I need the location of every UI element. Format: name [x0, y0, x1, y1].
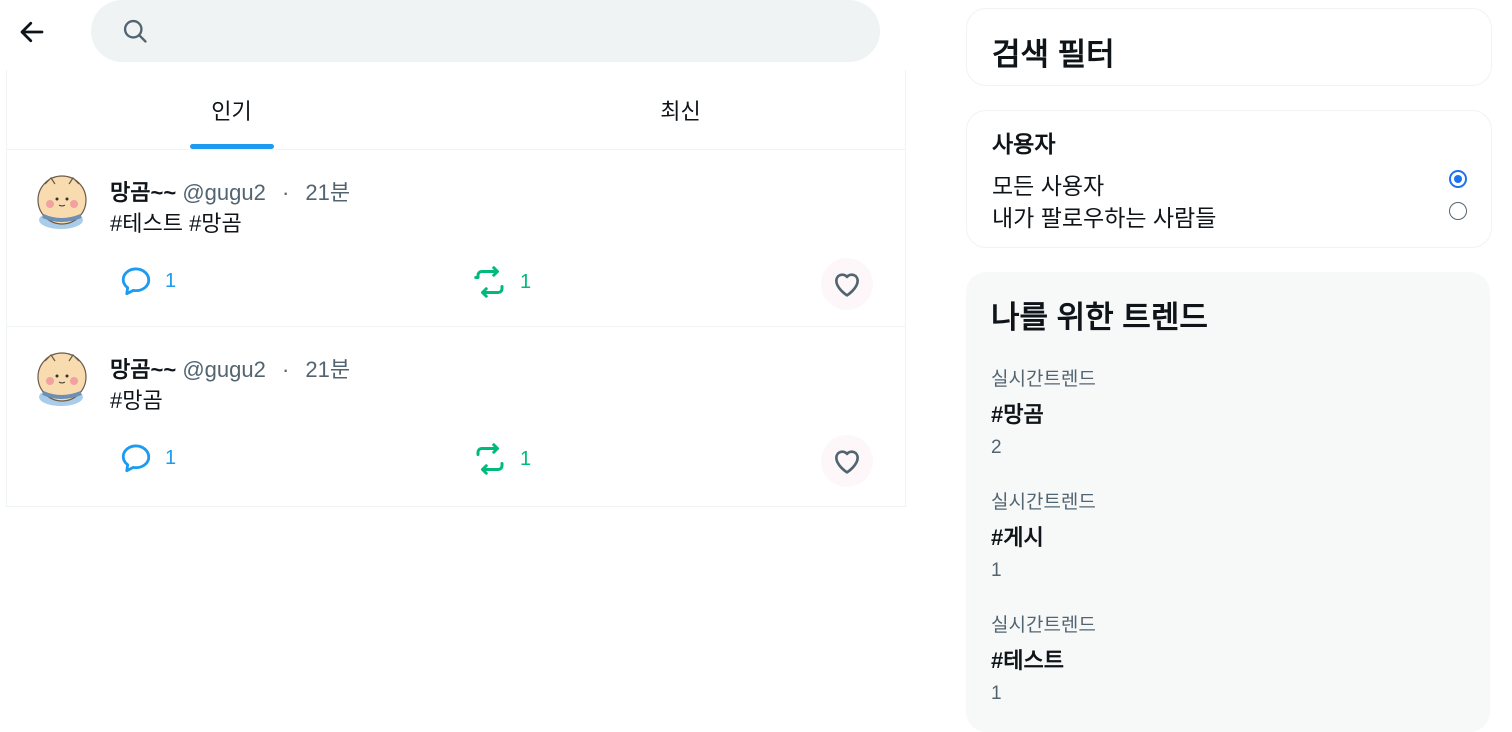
radio-following[interactable]	[1449, 202, 1467, 220]
post[interactable]: 망곰~~ @gugu2 · 21분 #테스트 #망곰 1 1	[7, 150, 905, 327]
reply-button[interactable]: 1	[119, 264, 176, 298]
reply-button[interactable]: 1	[119, 441, 176, 475]
trend-count: 1	[991, 560, 1002, 581]
post-time: 21분	[305, 357, 351, 382]
trend-tag: #게시	[991, 525, 1044, 550]
filter-option-all-users[interactable]: 모든 사용자	[992, 167, 1467, 201]
post-text: #망곰	[110, 388, 163, 413]
trend-tag: #테스트	[991, 648, 1064, 673]
trend-item[interactable]: 실시간트렌드 #망곰 2	[991, 364, 1096, 459]
trend-category: 실시간트렌드	[991, 492, 1096, 513]
user-filter-label: 사용자	[992, 131, 1056, 157]
separator-dot: ·	[281, 357, 290, 382]
retweet-icon	[476, 443, 504, 475]
trend-item[interactable]: 실시간트렌드 #게시 1	[991, 487, 1096, 582]
search-icon	[121, 17, 149, 45]
trends-title: 나를 위한 트렌드	[991, 300, 1208, 335]
tab-bar: 인기 최신	[7, 70, 905, 150]
author-name: 망곰~~	[110, 180, 177, 205]
search-filter-title: 검색 필터	[992, 37, 1115, 72]
trend-item[interactable]: 실시간트렌드 #테스트 1	[991, 610, 1096, 705]
filter-option-label: 내가 팔로우하는 사람들	[992, 205, 1217, 231]
reply-icon	[121, 267, 151, 296]
avatar[interactable]	[31, 170, 93, 232]
author-handle: @gugu2	[182, 357, 266, 382]
retweet-button[interactable]: 1	[472, 441, 531, 477]
heart-icon	[835, 273, 859, 297]
reply-count: 1	[165, 446, 177, 469]
post[interactable]: 망곰~~ @gugu2 · 21분 #망곰 1 1	[7, 327, 905, 503]
search-input[interactable]	[159, 10, 880, 52]
post-header: 망곰~~ @gugu2 · 21분	[110, 352, 350, 384]
radio-all-users[interactable]	[1449, 170, 1467, 188]
author-name: 망곰~~	[110, 357, 177, 382]
filter-option-label: 모든 사용자	[992, 173, 1105, 199]
post-header: 망곰~~ @gugu2 · 21분	[110, 175, 350, 207]
trend-count: 2	[991, 437, 1002, 458]
tab-popular[interactable]: 인기	[7, 70, 456, 149]
search-filter-card: 검색 필터	[966, 8, 1492, 86]
heart-icon	[835, 450, 859, 474]
post-time: 21분	[305, 180, 351, 205]
feed: 인기 최신 망곰~~ @gugu2 · 21분 #테스트 #망곰 1 1 망곰~…	[6, 70, 906, 507]
active-tab-indicator	[189, 144, 274, 149]
arrow-left-icon	[20, 21, 44, 43]
retweet-button[interactable]: 1	[472, 264, 531, 300]
tab-label: 최신	[660, 98, 701, 124]
back-button[interactable]	[14, 14, 50, 50]
like-button[interactable]	[821, 258, 873, 310]
trend-count: 1	[991, 683, 1002, 704]
trends-panel: 나를 위한 트렌드 실시간트렌드 #망곰 2 실시간트렌드 #게시 1 실시간트…	[966, 272, 1490, 732]
user-filter-card: 사용자 모든 사용자 내가 팔로우하는 사람들	[966, 110, 1492, 248]
like-button[interactable]	[821, 435, 873, 487]
avatar[interactable]	[31, 347, 93, 409]
trend-category: 실시간트렌드	[991, 369, 1096, 390]
tab-label: 인기	[211, 98, 252, 124]
author-handle: @gugu2	[182, 180, 266, 205]
retweet-count: 1	[520, 270, 532, 293]
reply-icon	[121, 444, 151, 473]
search-bar[interactable]	[91, 0, 880, 62]
separator-dot: ·	[281, 180, 290, 205]
reply-count: 1	[165, 269, 177, 292]
trend-category: 실시간트렌드	[991, 615, 1096, 636]
post-text: #테스트 #망곰	[110, 211, 242, 236]
retweet-count: 1	[520, 447, 532, 470]
tab-latest[interactable]: 최신	[456, 70, 905, 149]
retweet-icon	[474, 266, 504, 298]
filter-option-following[interactable]: 내가 팔로우하는 사람들	[992, 199, 1467, 233]
trend-tag: #망곰	[991, 402, 1044, 427]
